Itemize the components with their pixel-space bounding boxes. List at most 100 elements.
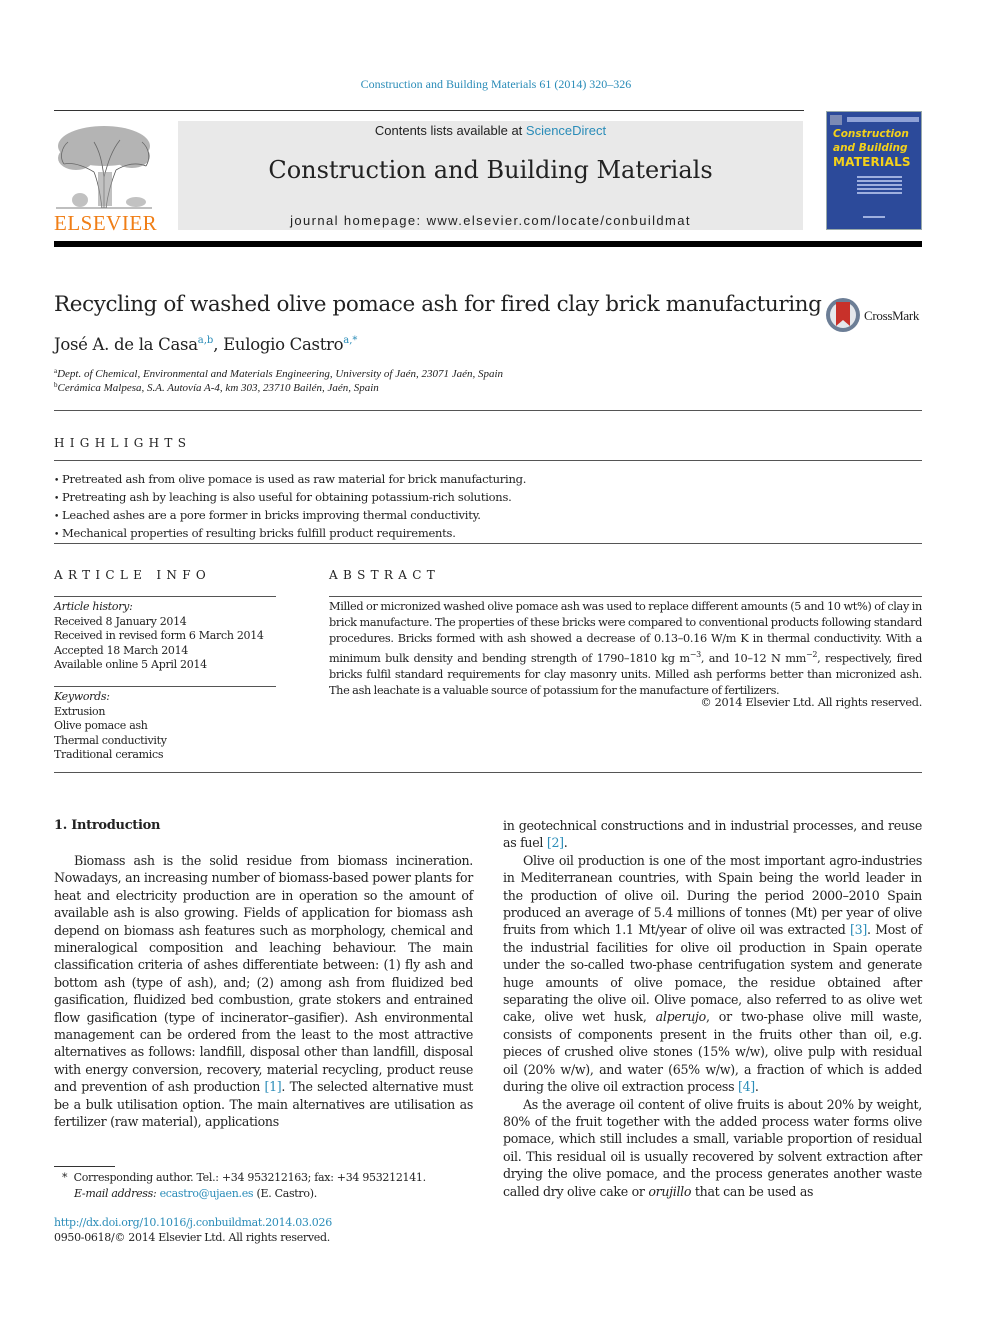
history-item: Available online 5 April 2014 [54, 658, 207, 671]
divider [54, 686, 276, 687]
divider [54, 772, 922, 773]
corresponding-author-note: * Corresponding author. Tel.: +34 953212… [62, 1171, 426, 1184]
email-link[interactable]: ecastro@ujaen.es [160, 1187, 254, 1200]
highlight-item: • Pretreating ash by leaching is also use… [54, 489, 526, 507]
abstract-superscript: −3 [689, 650, 701, 659]
paragraph: Biomass ash is the solid residue from bi… [54, 852, 473, 1131]
affiliation: bCerámica Malpesa, S.A. Autovía A-4, km … [54, 381, 379, 394]
doi-link[interactable]: http://dx.doi.org/10.1016/j.conbuildmat.… [54, 1216, 332, 1229]
paragraph: Olive oil production is one of the most … [503, 852, 922, 1096]
homepage-link[interactable]: www.elsevier.com/locate/conbuildmat [427, 213, 691, 228]
footnote-rule [54, 1166, 115, 1167]
keyword-item: Extrusion [54, 704, 106, 718]
keywords-label: Keywords: [54, 690, 110, 703]
publisher-name: ELSEVIER [54, 211, 158, 235]
cover-badge [830, 115, 842, 125]
cover-footer [863, 216, 885, 218]
article-info-heading: ARTICLE INFO [54, 568, 211, 582]
elsevier-logo[interactable]: ELSEVIER [54, 122, 158, 235]
email-note: E-mail address: ecastro@ujaen.es (E. Cas… [74, 1187, 317, 1200]
text-segment: Biomass ash is the solid residue from bi… [54, 853, 473, 1095]
italic-term: orujillo [648, 1183, 692, 1199]
highlights-heading: HIGHLIGHTS [54, 436, 192, 450]
body-column-left: Biomass ash is the solid residue from bi… [54, 852, 473, 1131]
abstract-heading: ABSTRACT [329, 568, 440, 582]
abstract-text: Milled or micronized washed olive pomace… [329, 599, 922, 699]
history-item: Received 8 January 2014 [54, 614, 187, 628]
text-segment: . [754, 1079, 759, 1095]
body-column-right: in geotechnical constructions and in ind… [503, 817, 922, 1200]
cover-title-line: MATERIALS [833, 155, 911, 169]
history-item: Accepted 18 March 2014 [54, 643, 188, 657]
homepage-line: journal homepage: www.elsevier.com/locat… [178, 213, 803, 228]
author-separator: , [213, 335, 224, 354]
bullet-icon: • [54, 530, 60, 540]
divider [54, 596, 276, 597]
history-item: Received in revised form 6 March 2014 [54, 629, 264, 642]
highlight-item: • Mechanical properties of resulting bric… [54, 525, 526, 543]
email-suffix: (E. Castro). [253, 1187, 317, 1200]
cover-text-lines [857, 176, 902, 196]
citation-link[interactable]: [1] [264, 1079, 281, 1094]
text-segment: that can be used as [691, 1183, 814, 1199]
crossmark-badge[interactable]: CrossMark [826, 298, 926, 334]
sciencedirect-link[interactable]: ScienceDirect [526, 123, 606, 138]
bullet-icon: • [54, 476, 60, 486]
keyword-item: Thermal conductivity [54, 733, 167, 747]
highlight-text: Leached ashes are a pore former in brick… [62, 508, 481, 522]
highlight-text: Pretreating ash by leaching is also usef… [62, 490, 512, 504]
affiliation-text: Cerámica Malpesa, S.A. Autovía A-4, km 3… [57, 382, 379, 394]
highlight-text: Pretreated ash from olive pomace is used… [62, 472, 527, 486]
cover-band [847, 117, 919, 122]
citation-link[interactable]: [2] [547, 835, 564, 850]
author-list: José A. de la Casaa,b, Eulogio Castroa,* [54, 335, 357, 354]
header-rule [54, 110, 804, 111]
abstract-superscript: −2 [806, 650, 818, 659]
highlight-item: • Leached ashes are a pore former in bric… [54, 507, 526, 525]
keyword-item: Olive pomace ash [54, 719, 148, 732]
elsevier-tree-icon [56, 126, 152, 209]
divider [54, 543, 922, 544]
paragraph: As the average oil content of olive frui… [503, 1096, 922, 1200]
cover-title: Construction and Building MATERIALS [833, 127, 911, 169]
masthead-thick-rule [54, 241, 922, 247]
article-history-label: Article history: [54, 600, 133, 613]
article-history: Article history: Received 8 January 2014… [54, 600, 264, 673]
cover-title-line: and Building [833, 142, 908, 154]
abstract-segment: , and 10–12 N mm [700, 651, 807, 665]
author-name: José A. de la Casa [54, 335, 198, 354]
keywords: Keywords: Extrusion Olive pomace ash The… [54, 690, 167, 763]
author-affiliation-marks[interactable]: a,* [343, 335, 357, 346]
section-heading-introduction: 1. Introduction [54, 818, 161, 833]
affiliation: aDept. of Chemical, Environmental and Ma… [54, 367, 503, 380]
bullet-icon: • [54, 494, 60, 504]
citation-link[interactable]: [4] [738, 1079, 755, 1094]
abstract-copyright: © 2014 Elsevier Ltd. All rights reserved… [700, 696, 922, 709]
divider [329, 596, 922, 597]
bullet-icon: • [54, 512, 60, 522]
contents-line: Contents lists available at ScienceDirec… [178, 123, 803, 138]
email-label: E-mail address: [74, 1187, 157, 1200]
divider [54, 410, 922, 411]
author-name: Eulogio Castro [223, 335, 344, 354]
journal-reference[interactable]: Construction and Building Materials 61 (… [0, 77, 992, 92]
journal-masthead: Contents lists available at ScienceDirec… [178, 121, 803, 230]
text-segment: . [563, 835, 568, 851]
homepage-prefix: journal homepage: [290, 213, 427, 228]
crossmark-icon [826, 298, 860, 332]
affiliation-text: Dept. of Chemical, Environmental and Mat… [57, 368, 504, 380]
author-affiliation-marks[interactable]: a,b [198, 335, 214, 346]
footnote-star: * [62, 1171, 68, 1184]
cover-title-line: Construction [833, 128, 909, 140]
paragraph: in geotechnical constructions and in ind… [503, 817, 922, 852]
citation-link[interactable]: [3] [850, 922, 867, 937]
issn-copyright: 0950-0618/© 2014 Elsevier Ltd. All right… [54, 1231, 330, 1244]
crossmark-label: CrossMark [864, 308, 920, 323]
journal-name: Construction and Building Materials [268, 156, 713, 184]
article-title: Recycling of washed olive pomace ash for… [54, 292, 822, 317]
contents-prefix: Contents lists available at [374, 123, 526, 138]
journal-cover-image[interactable]: Construction and Building MATERIALS [826, 111, 922, 230]
highlights-list: • Pretreated ash from olive pomace is use… [54, 471, 526, 543]
highlight-item: • Pretreated ash from olive pomace is use… [54, 471, 526, 489]
highlight-text: Mechanical properties of resulting brick… [62, 526, 456, 540]
